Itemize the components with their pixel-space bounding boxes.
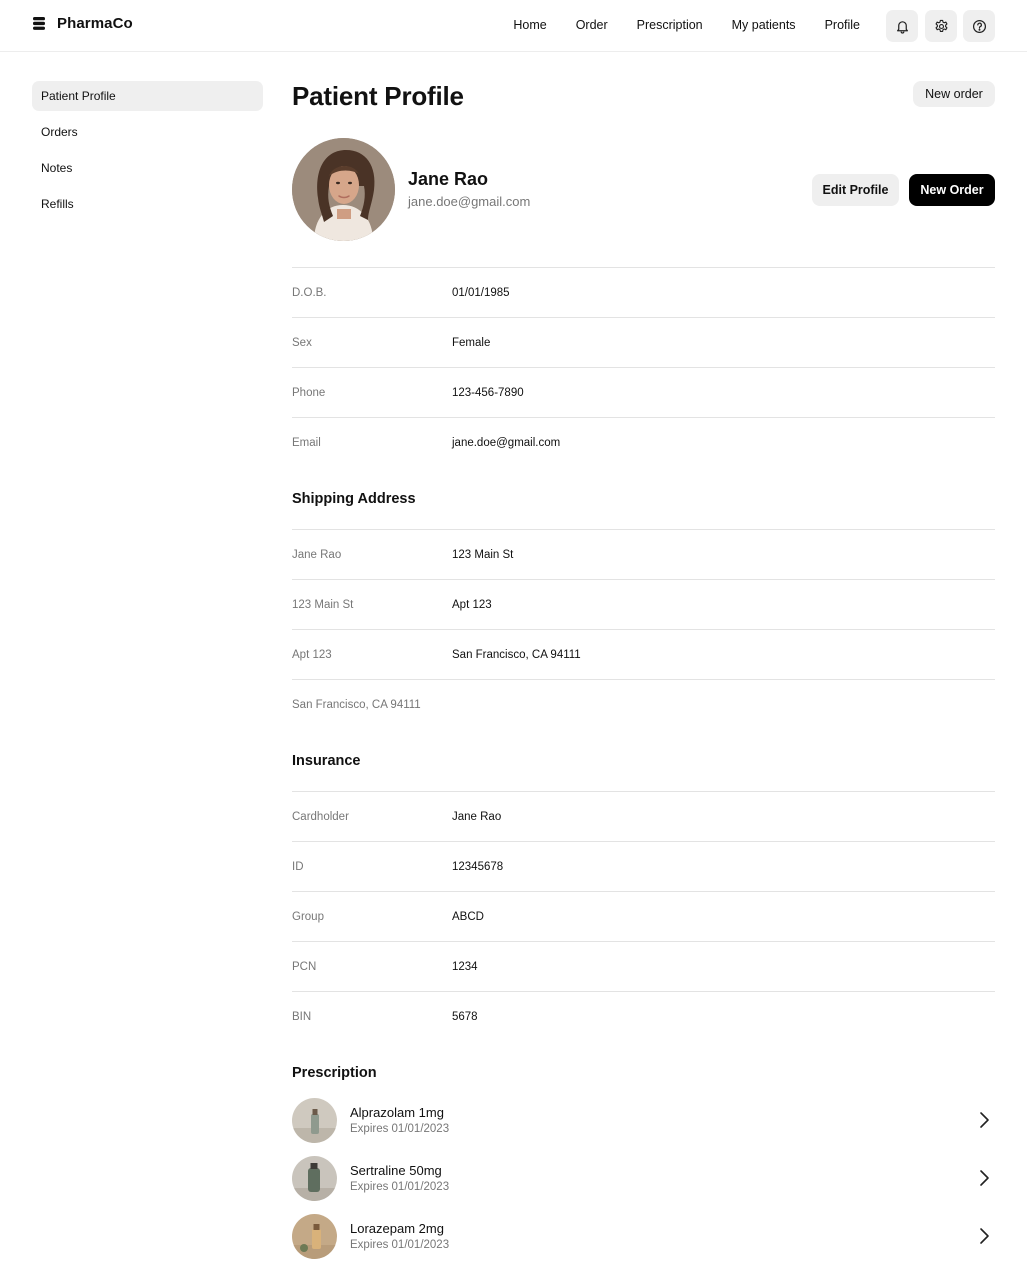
settings-button[interactable] bbox=[925, 10, 957, 42]
help-icon bbox=[972, 19, 986, 33]
detail-row-phone: Phone 123-456-7890 bbox=[292, 367, 995, 417]
patient-email: jane.doe@gmail.com bbox=[408, 194, 531, 209]
medication-expiry: Expires 01/01/2023 bbox=[350, 1181, 450, 1193]
patient-details-table: D.O.B. 01/01/1985 Sex Female Phone 123-4… bbox=[292, 267, 995, 467]
medication-thumbnail bbox=[292, 1097, 337, 1143]
insurance-row-id: ID 12345678 bbox=[292, 841, 995, 891]
insurance-label: ID bbox=[292, 860, 304, 873]
sidebar-item-patient-profile[interactable]: Patient Profile bbox=[32, 81, 263, 111]
sidebar: Patient Profile Orders Notes Refills bbox=[32, 81, 263, 225]
nav-profile[interactable]: Profile bbox=[825, 18, 860, 32]
top-navigation-bar: PharmaCo Home Order Prescription My pati… bbox=[0, 0, 1027, 52]
shipping-label: San Francisco, CA 94111 bbox=[292, 698, 421, 711]
nav-home[interactable]: Home bbox=[513, 18, 546, 32]
detail-value: 01/01/1985 bbox=[452, 286, 510, 299]
medication-expiry: Expires 01/01/2023 bbox=[350, 1123, 450, 1135]
detail-row-email: Email jane.doe@gmail.com bbox=[292, 417, 995, 467]
brand[interactable]: PharmaCo bbox=[33, 15, 133, 32]
insurance-table: Cardholder Jane Rao ID 12345678 Group AB… bbox=[292, 791, 995, 1041]
prescription-item[interactable]: Lorazepam 2mg Expires 01/01/2023 bbox=[292, 1213, 995, 1259]
sidebar-item-refills[interactable]: Refills bbox=[32, 189, 263, 219]
detail-row-dob: D.O.B. 01/01/1985 bbox=[292, 267, 995, 317]
insurance-label: PCN bbox=[292, 960, 317, 973]
insurance-row-group: Group ABCD bbox=[292, 891, 995, 941]
insurance-label: BIN bbox=[292, 1010, 312, 1023]
patient-photo bbox=[292, 138, 395, 241]
shipping-label: 123 Main St bbox=[292, 598, 354, 611]
insurance-value: 5678 bbox=[452, 1010, 478, 1023]
medication-bottle-image bbox=[292, 1213, 337, 1259]
insurance-row-bin: BIN 5678 bbox=[292, 991, 995, 1041]
insurance-value: 12345678 bbox=[452, 860, 504, 873]
detail-value: Female bbox=[452, 336, 491, 349]
shipping-value: Apt 123 bbox=[452, 598, 492, 611]
medication-expiry: Expires 01/01/2023 bbox=[350, 1239, 450, 1251]
shipping-row: 123 Main St Apt 123 bbox=[292, 579, 995, 629]
shipping-address-table: Jane Rao 123 Main St 123 Main St Apt 123… bbox=[292, 529, 995, 729]
shipping-value: San Francisco, CA 94111 bbox=[452, 648, 581, 661]
help-button[interactable] bbox=[963, 10, 995, 42]
detail-label: Phone bbox=[292, 386, 326, 399]
shipping-row: Jane Rao 123 Main St bbox=[292, 529, 995, 579]
prescription-item[interactable]: Alprazolam 1mg Expires 01/01/2023 bbox=[292, 1097, 995, 1143]
insurance-heading: Insurance bbox=[292, 753, 361, 769]
prescription-heading: Prescription bbox=[292, 1065, 377, 1081]
detail-label: D.O.B. bbox=[292, 286, 327, 299]
detail-value: 123-456-7890 bbox=[452, 386, 524, 399]
medication-bottle-image bbox=[292, 1097, 337, 1143]
medication-bottle-image bbox=[292, 1155, 337, 1201]
medication-thumbnail bbox=[292, 1213, 337, 1259]
new-order-button[interactable]: New Order bbox=[909, 174, 995, 206]
sidebar-item-orders[interactable]: Orders bbox=[32, 117, 263, 147]
patient-name: Jane Rao bbox=[408, 169, 489, 189]
shipping-address-heading: Shipping Address bbox=[292, 491, 416, 507]
insurance-value: Jane Rao bbox=[452, 810, 502, 823]
chevron-right-icon bbox=[980, 1228, 989, 1244]
medication-name: Alprazolam 1mg bbox=[350, 1105, 444, 1120]
notifications-button[interactable] bbox=[886, 10, 918, 42]
shipping-label: Jane Rao bbox=[292, 548, 342, 561]
detail-value: jane.doe@gmail.com bbox=[452, 436, 561, 449]
main-nav: Home Order Prescription My patients Prof… bbox=[484, 18, 860, 32]
chevron-right-icon bbox=[980, 1112, 989, 1128]
gear-icon bbox=[935, 19, 947, 32]
shipping-row: Apt 123 San Francisco, CA 94111 bbox=[292, 629, 995, 679]
medication-thumbnail bbox=[292, 1155, 337, 1201]
detail-row-sex: Sex Female bbox=[292, 317, 995, 367]
medication-name: Sertraline 50mg bbox=[350, 1163, 442, 1178]
bell-icon bbox=[896, 20, 908, 34]
insurance-label: Group bbox=[292, 910, 324, 923]
patient-avatar bbox=[292, 138, 395, 241]
insurance-row-pcn: PCN 1234 bbox=[292, 941, 995, 991]
shipping-value: 123 Main St bbox=[452, 548, 514, 561]
shipping-row: San Francisco, CA 94111 bbox=[292, 679, 995, 729]
detail-label: Email bbox=[292, 436, 321, 449]
nav-order[interactable]: Order bbox=[576, 18, 608, 32]
insurance-row-cardholder: Cardholder Jane Rao bbox=[292, 791, 995, 841]
chevron-right-icon bbox=[980, 1170, 989, 1186]
detail-label: Sex bbox=[292, 336, 312, 349]
page-title: Patient Profile bbox=[292, 81, 464, 111]
sidebar-item-notes[interactable]: Notes bbox=[32, 153, 263, 183]
pharmaco-logo-icon bbox=[33, 17, 45, 30]
insurance-value: ABCD bbox=[452, 910, 484, 923]
brand-name: PharmaCo bbox=[57, 15, 133, 32]
prescription-item[interactable]: Sertraline 50mg Expires 01/01/2023 bbox=[292, 1155, 995, 1201]
shipping-label: Apt 123 bbox=[292, 648, 332, 661]
medication-name: Lorazepam 2mg bbox=[350, 1221, 444, 1236]
nav-prescription[interactable]: Prescription bbox=[637, 18, 703, 32]
edit-profile-button[interactable]: Edit Profile bbox=[812, 174, 899, 206]
insurance-label: Cardholder bbox=[292, 810, 349, 823]
nav-my-patients[interactable]: My patients bbox=[732, 18, 796, 32]
new-order-header-button[interactable]: New order bbox=[913, 81, 995, 107]
insurance-value: 1234 bbox=[452, 960, 478, 973]
